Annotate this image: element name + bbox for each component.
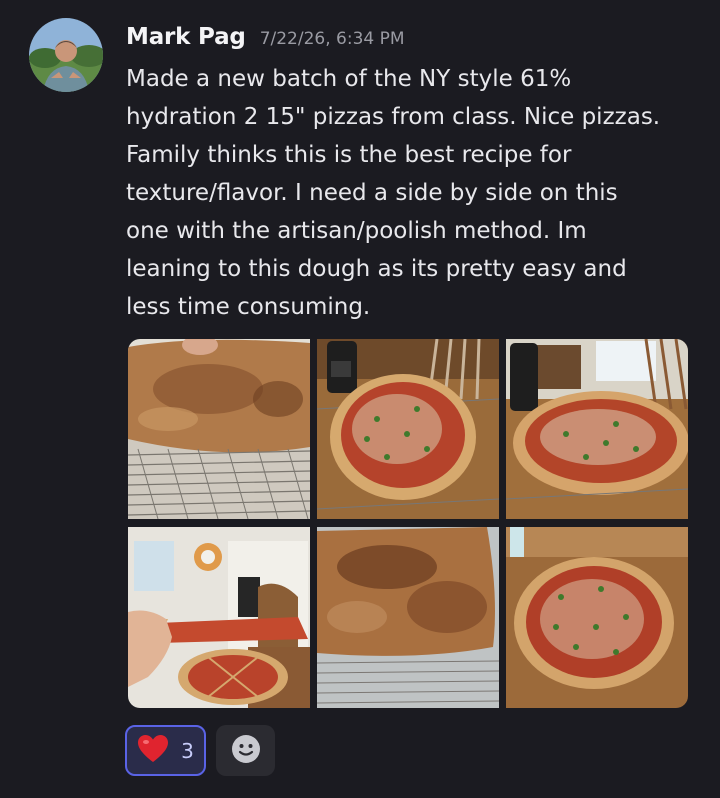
message-line: one with the artisan/poolish method. Im <box>126 218 587 244</box>
reaction-count: 3 <box>181 738 194 763</box>
message-timestamp: 7/22/26, 6:34 PM <box>259 29 405 49</box>
message-text: Made a new batch of the NY style 61% hyd… <box>126 60 711 326</box>
message-line: less time consuming. <box>126 294 371 320</box>
message-line: leaning to this dough as its pretty easy… <box>126 256 627 282</box>
message-line: Family thinks this is the best recipe fo… <box>126 142 572 168</box>
attachment-image-2[interactable] <box>317 339 499 519</box>
message-line: texture/flavor. I need a side by side on… <box>126 180 618 206</box>
add-reaction-button[interactable] <box>216 725 275 776</box>
attachment-image-3[interactable] <box>506 339 688 519</box>
message-line: hydration 2 15" pizzas from class. Nice … <box>126 104 661 130</box>
attachment-image-5[interactable] <box>317 527 499 708</box>
attachment-image-1[interactable] <box>128 339 310 519</box>
reaction-heart-button[interactable]: 3 <box>125 725 206 776</box>
message-header: Mark Pag 7/22/26, 6:34 PM <box>126 24 405 50</box>
reaction-bar: 3 <box>125 725 275 776</box>
attachment-image-6[interactable] <box>506 527 688 708</box>
smiley-icon <box>231 734 261 768</box>
message-line: Made a new batch of the NY style 61% <box>126 66 572 92</box>
avatar[interactable] <box>29 18 103 92</box>
attachment-image-4[interactable] <box>128 527 310 708</box>
heart-icon <box>137 734 169 768</box>
author-name[interactable]: Mark Pag <box>126 24 246 50</box>
